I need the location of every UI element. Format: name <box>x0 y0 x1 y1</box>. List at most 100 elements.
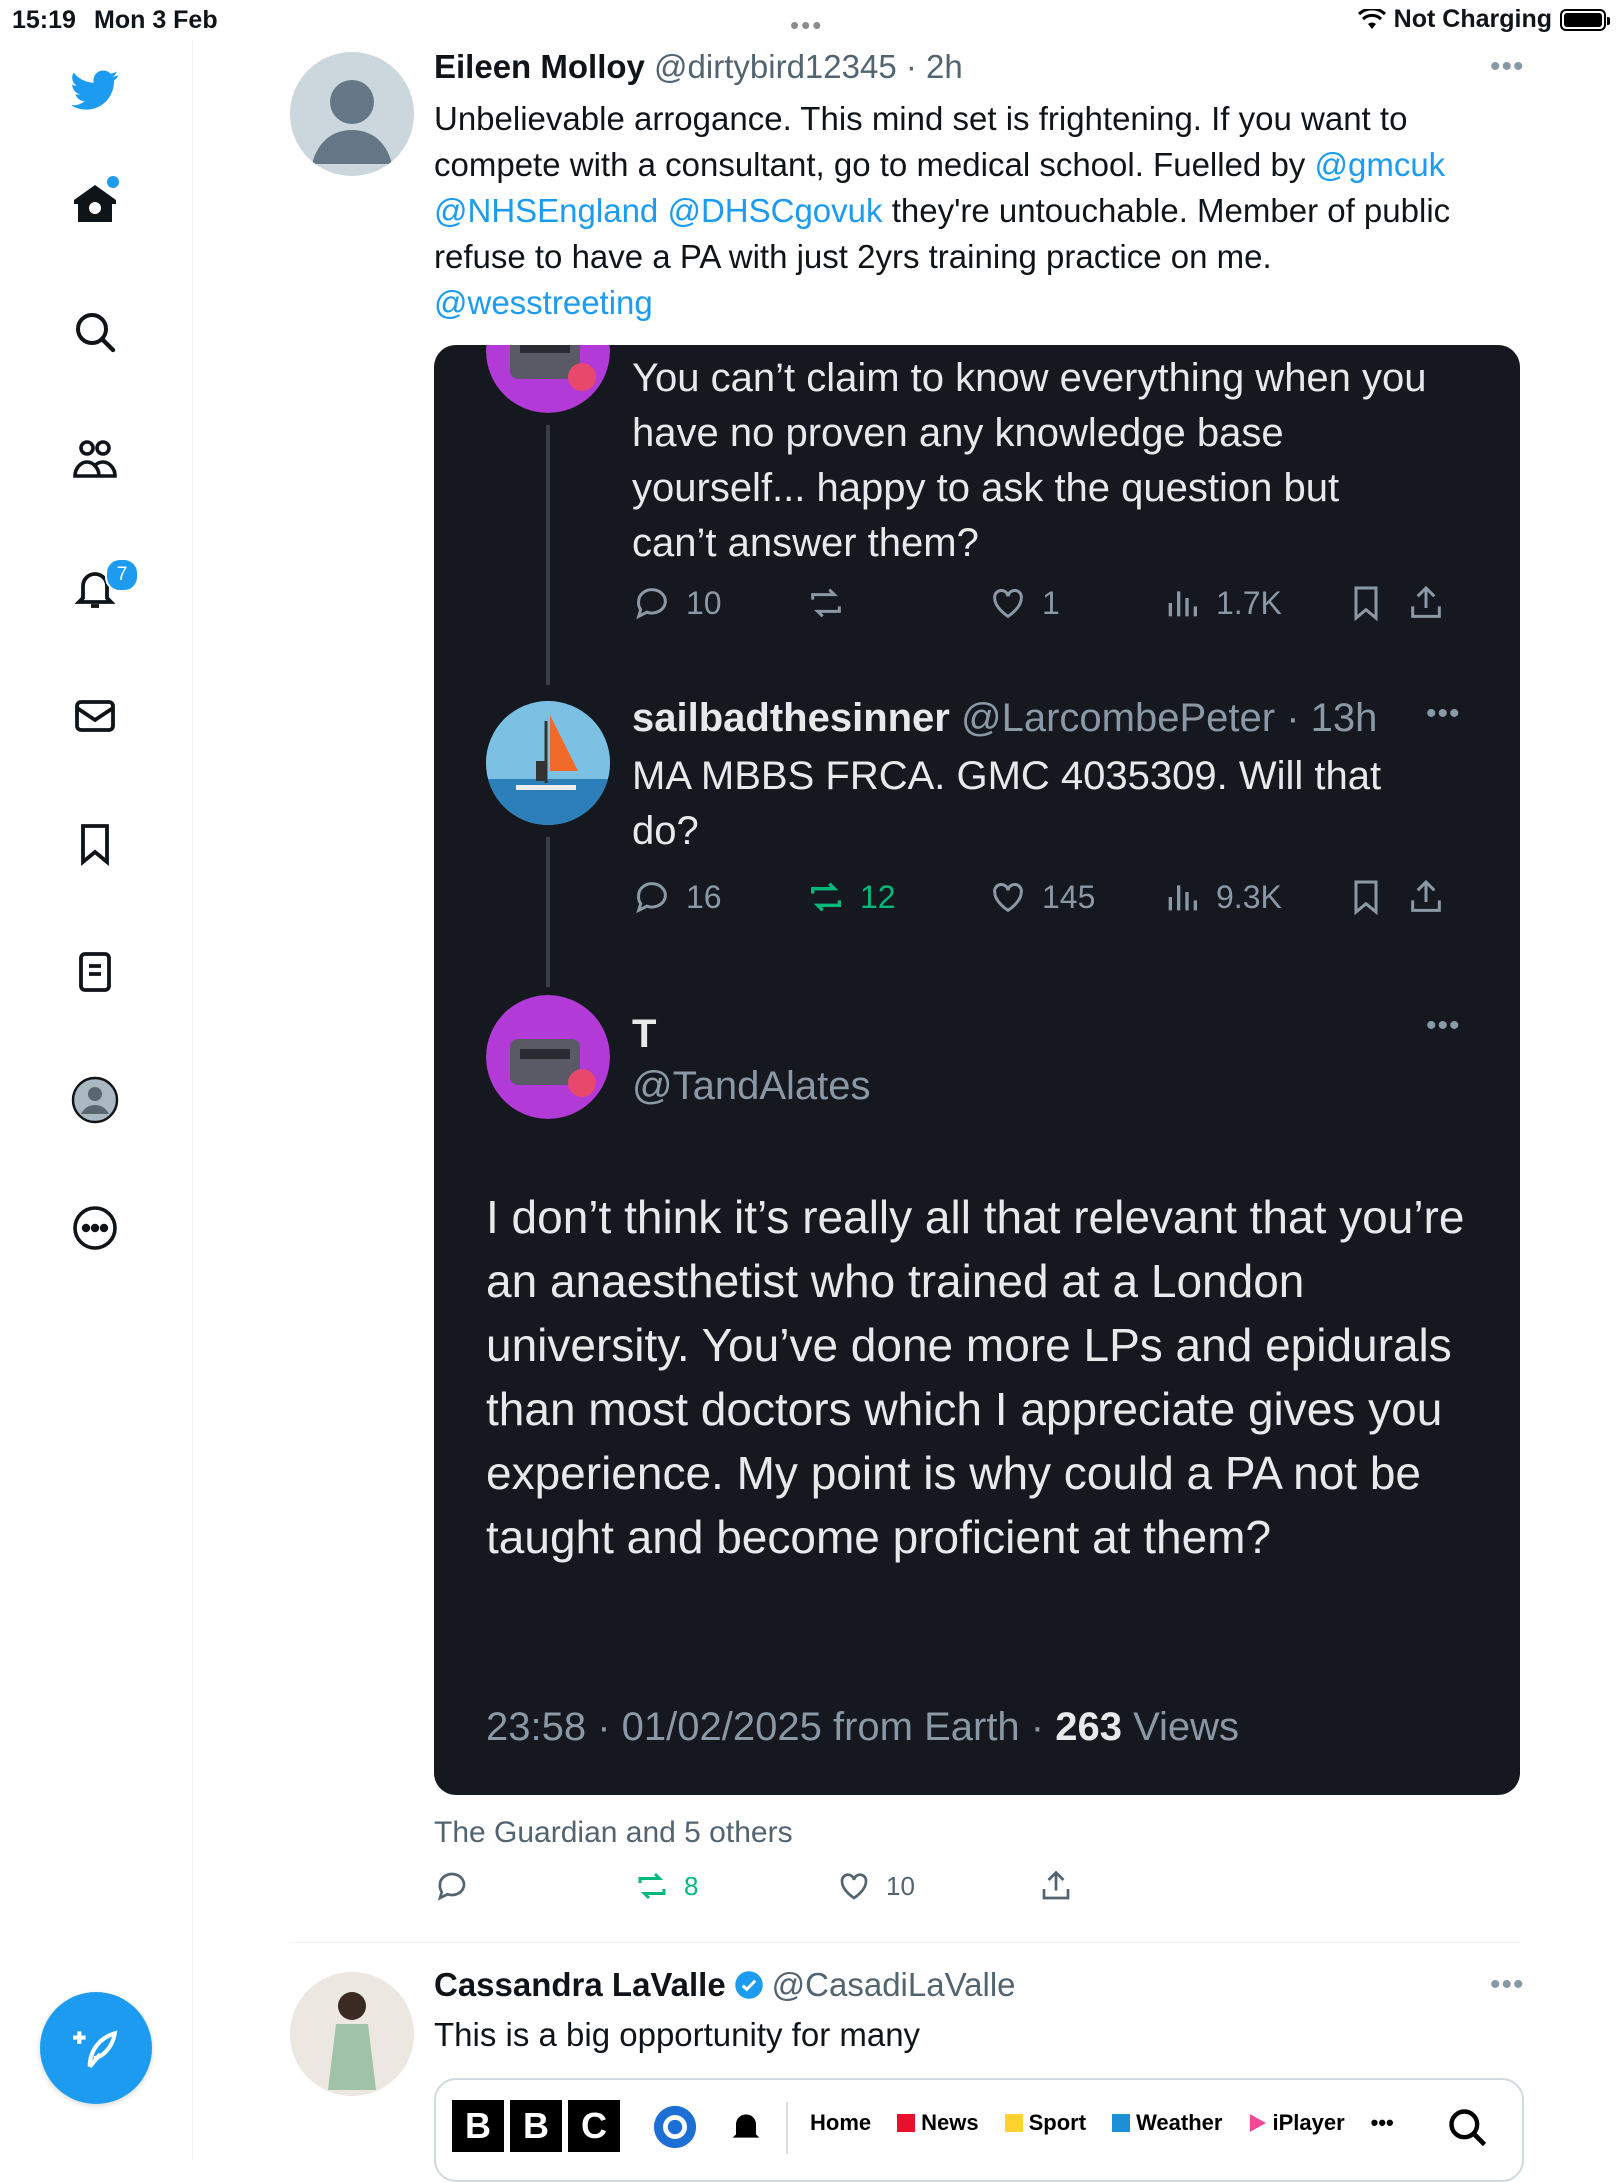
bookmark-icon[interactable] <box>55 804 135 884</box>
reply-header: sailbadthesinner @LarcombePeter · 13h <box>632 691 1377 746</box>
heart-icon <box>840 1873 868 1900</box>
like-button[interactable]: 10 <box>836 1868 915 1904</box>
nav-label: iPlayer <box>1272 2110 1345 2135</box>
mail-icon[interactable] <box>55 676 135 756</box>
tweet-header: Cassandra LaVallе @CasadiLaValle <box>434 1966 1016 2004</box>
mention-link[interactable]: @NHSEngland <box>434 192 658 229</box>
like-count: 1 <box>988 583 1060 623</box>
count: 12 <box>860 878 896 915</box>
retweet-icon <box>811 588 841 618</box>
views-count: 1.7K <box>1162 583 1282 623</box>
avatar <box>486 345 610 413</box>
retweet-button[interactable]: 8 <box>634 1868 698 1904</box>
share-icon <box>1042 1870 1070 1900</box>
weather-icon <box>1112 2114 1131 2132</box>
search-icon <box>1449 2109 1487 2147</box>
count: 10 <box>886 1870 915 1901</box>
mention-link[interactable]: @DHSCgovuk <box>667 192 882 229</box>
logo-letter: C <box>568 2100 620 2152</box>
tweet-timestamp: 23:58 · 01/02/2025 from Earth · 263 View… <box>486 1705 1239 1750</box>
wifi-icon <box>1357 8 1386 29</box>
embedded-image[interactable]: You can’t claim to know everything when … <box>434 345 1520 1795</box>
reply-text: You can’t claim to know everything when … <box>632 356 1427 565</box>
retweet-count <box>806 583 860 623</box>
share-button[interactable] <box>1038 1868 1074 1904</box>
status-bar: 15:19 Mon 3 Feb ••• Not Charging <box>0 0 1620 40</box>
count: 145 <box>1042 878 1096 915</box>
avatar[interactable] <box>290 52 414 176</box>
timestamp-text: 23:58 · 01/02/2025 from Earth · <box>486 1705 1056 1749</box>
share-icon <box>1406 583 1446 623</box>
card-divider <box>786 2102 788 2154</box>
sport-icon <box>1004 2114 1023 2132</box>
author-name[interactable]: Eileen Molloy <box>434 48 645 85</box>
bbc-nav: Home News Sport Weather iPlayer ••• <box>810 2110 1394 2136</box>
author-handle: @LarcombePeter <box>961 696 1276 740</box>
bell-icon <box>732 2114 760 2141</box>
compose-icon[interactable] <box>40 1992 152 2104</box>
views-icon <box>1168 885 1197 911</box>
avatar <box>486 701 610 825</box>
communities-icon[interactable] <box>55 420 135 500</box>
status-time: 15:19 <box>12 6 76 34</box>
reply-more-icon: ••• <box>1426 697 1461 730</box>
author-name[interactable]: Cassandra LaVallе <box>434 1966 726 2004</box>
retweet-icon <box>638 1872 666 1900</box>
tweet-more-icon[interactable]: ••• <box>1490 1968 1525 2002</box>
author-handle[interactable]: @dirtybird12345 <box>654 48 897 85</box>
tweet-more-icon[interactable]: ••• <box>1490 50 1525 84</box>
tweet-divider <box>290 1942 1520 1943</box>
charging-status: Not Charging <box>1393 5 1552 33</box>
author-handle[interactable]: @CasadiLaValle <box>772 1966 1016 2004</box>
iplayer-icon <box>1250 2114 1267 2132</box>
tweet-more-icon: ••• <box>1426 1009 1461 1042</box>
bbc-iplayer: iPlayer <box>1248 2110 1345 2136</box>
search-icon[interactable] <box>55 292 135 372</box>
count: 10 <box>686 584 722 621</box>
heart-icon <box>993 589 1023 619</box>
count: 8 <box>684 1870 699 1901</box>
tweet-text: I don’t think it’s really all that relev… <box>486 1191 1465 1563</box>
views-label: Views <box>1121 1705 1240 1749</box>
tweet-time[interactable]: · 2h <box>906 48 963 85</box>
reply-text: MA MBBS FRCA. GMC 4035309. Will that do? <box>632 754 1382 853</box>
battery-icon <box>1560 8 1610 31</box>
count: 1.7K <box>1216 584 1282 621</box>
twitter-bird-icon[interactable] <box>55 50 135 130</box>
nav-label: News <box>921 2110 979 2135</box>
status-date: Mon 3 Feb <box>94 6 218 34</box>
reply-actions: 16 12 145 9.3K <box>632 877 1452 927</box>
reply-icon <box>636 882 667 914</box>
thread-line <box>546 837 550 987</box>
multitasking-dots[interactable]: ••• <box>790 10 823 41</box>
link-card[interactable]: B B C Home News Sport Weather iPlayer ••… <box>434 2078 1524 2182</box>
lists-icon[interactable] <box>55 932 135 1012</box>
mention-link[interactable]: @gmcuk <box>1314 146 1445 183</box>
tweet-text-part: Unbelievable arrogance. This mind set is… <box>434 100 1408 183</box>
home-new-dot <box>107 176 119 188</box>
avatar[interactable] <box>290 1972 414 2096</box>
verified-badge-icon <box>734 1971 763 1999</box>
reply-icon <box>636 588 667 620</box>
heart-icon <box>993 883 1023 913</box>
tweet-time: · 13h <box>1286 696 1378 740</box>
author-name: T <box>632 1012 657 1056</box>
bbc-sport: Sport <box>1004 2110 1087 2136</box>
home-icon[interactable] <box>55 164 135 244</box>
reply-button[interactable] <box>434 1868 484 1904</box>
reply-count: 10 <box>632 583 722 623</box>
more-icon[interactable] <box>55 1188 135 1268</box>
tweet-text: Unbelievable arrogance. This mind set is… <box>434 96 1514 326</box>
bbc-weather: Weather <box>1112 2110 1222 2136</box>
bell-icon[interactable]: 7 <box>55 548 139 628</box>
author-handle: @TandAlates <box>632 1064 871 1108</box>
account-icon <box>653 2105 697 2149</box>
nav-label: Sport <box>1028 2110 1087 2135</box>
count: 9.3K <box>1216 878 1282 915</box>
profile-icon[interactable] <box>55 1060 135 1140</box>
social-context[interactable]: The Guardian and 5 others <box>434 1816 793 1850</box>
reply-icon <box>437 1872 466 1901</box>
reply-actions: 10 1 1.7K <box>632 583 1452 633</box>
nav-label: Weather <box>1136 2110 1223 2135</box>
mention-link[interactable]: @wesstreeting <box>434 284 653 321</box>
